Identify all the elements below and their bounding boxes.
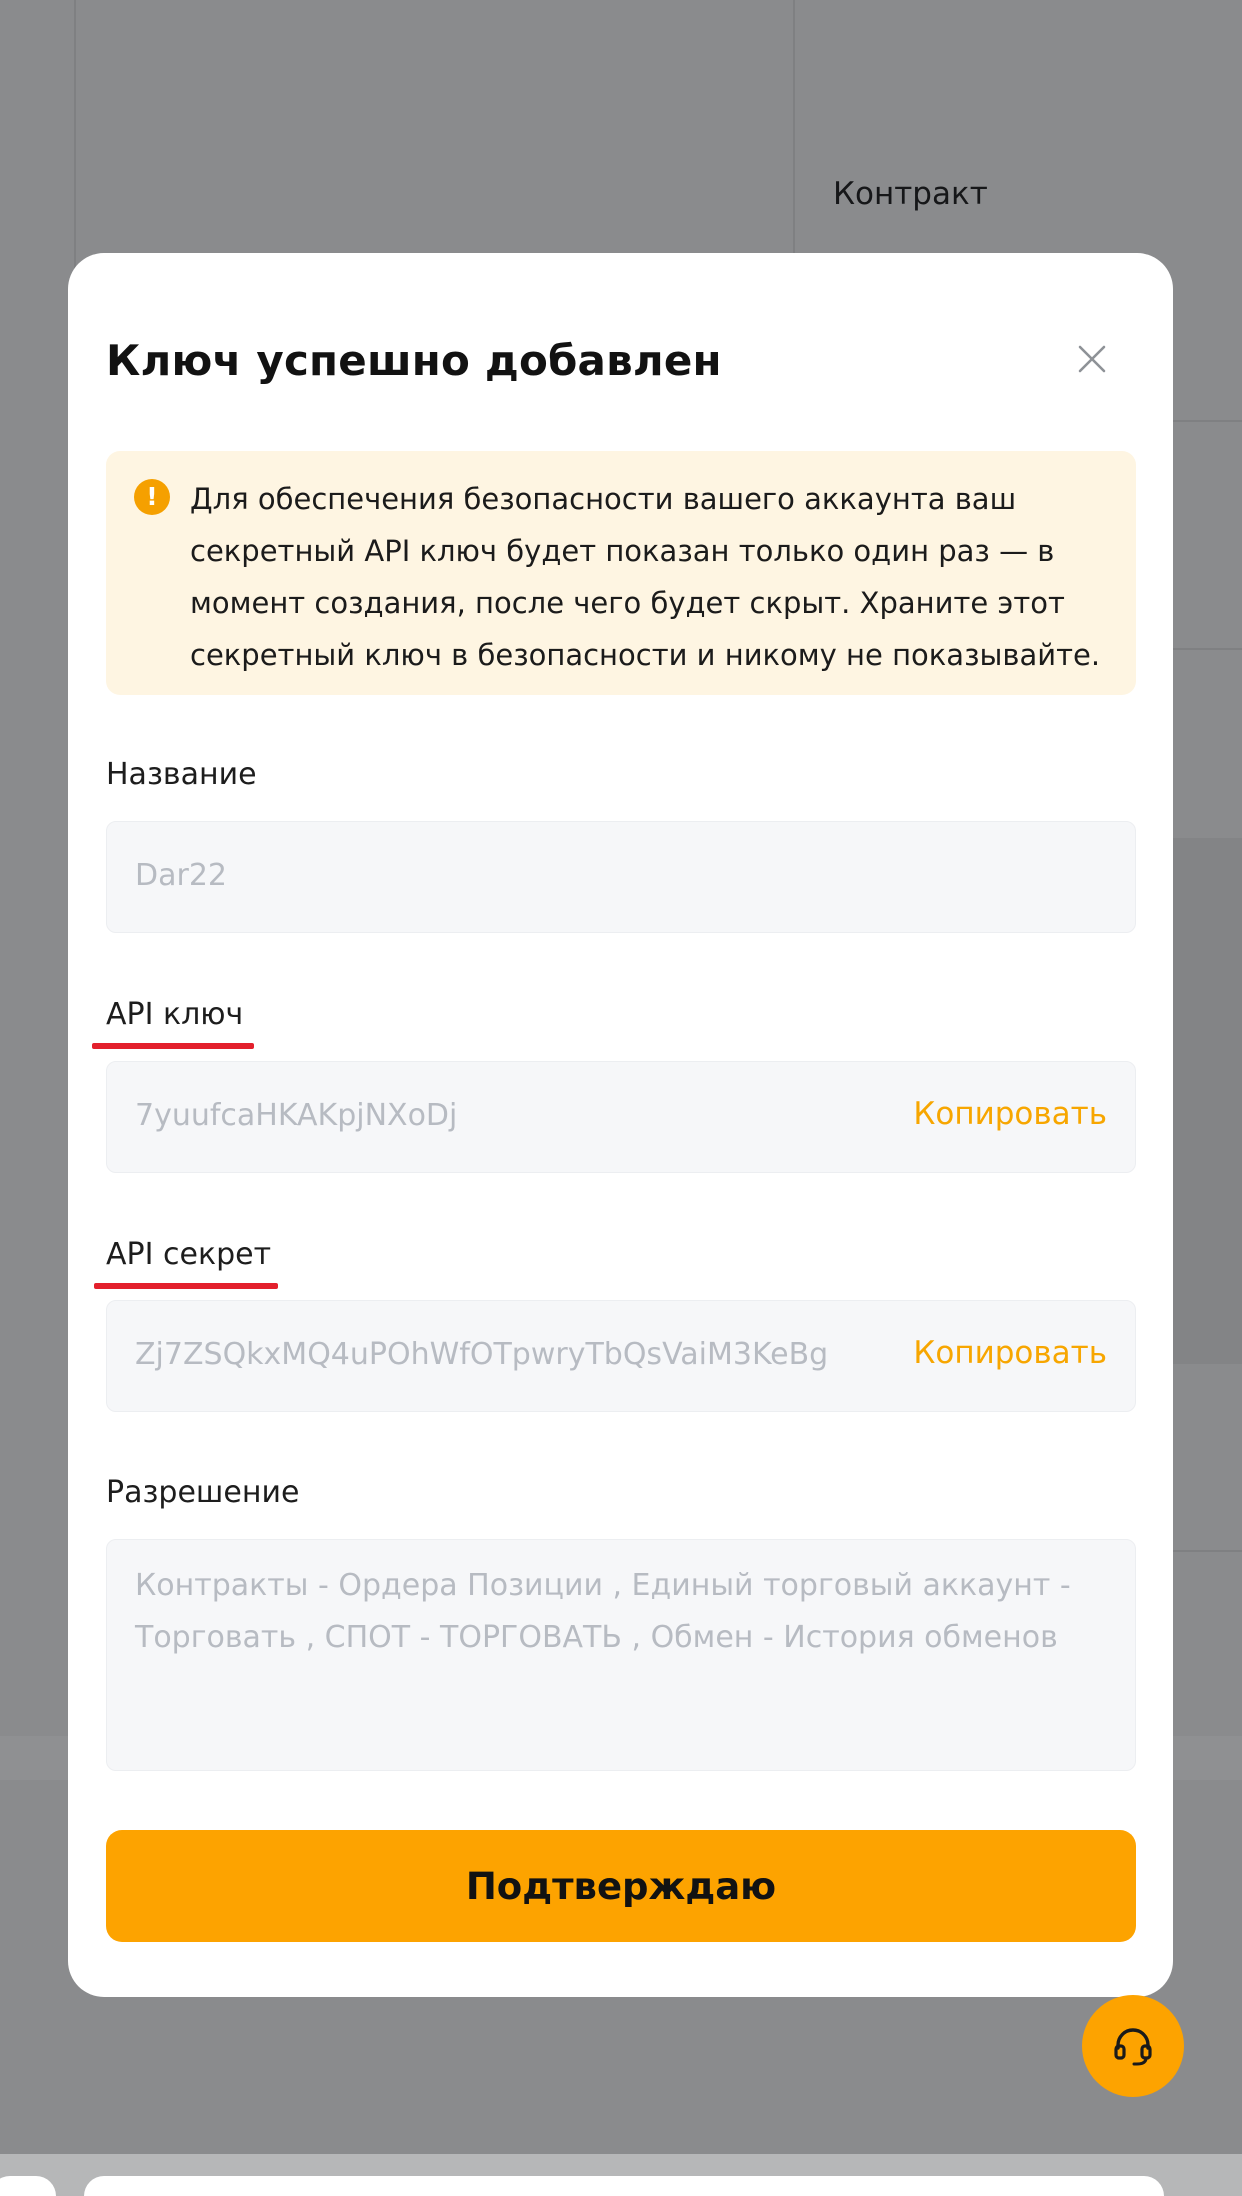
name-value: Dar22 [135,858,227,893]
name-field: Dar22 [106,821,1136,933]
security-notice-text: Для обеспечения безопасности вашего акка… [190,482,1101,672]
close-icon [1078,345,1106,373]
background-bottom-pill [0,2176,56,2196]
api-secret-label-underline [94,1283,278,1289]
api-key-created-dialog: Ключ успешно добавлен ! Для обеспечения … [68,253,1173,1997]
api-secret-label: API секрет [106,1237,272,1272]
confirm-button[interactable]: Подтверждаю [106,1830,1136,1942]
background-divider [1173,648,1242,650]
copy-api-secret-button[interactable]: Копировать [913,1335,1107,1371]
copy-api-key-button[interactable]: Копировать [913,1096,1107,1132]
api-secret-field: Zj7ZSQkxMQ4uPOhWfOTpwryTbQsVaiM3KeBg Коп… [106,1300,1136,1412]
permission-label: Разрешение [106,1475,300,1510]
api-key-label-underline [92,1043,254,1049]
permission-value: Контракты - Ордера Позиции , Единый торг… [135,1568,1071,1655]
api-secret-value: Zj7ZSQkxMQ4uPOhWfOTpwryTbQsVaiM3KeBg [135,1337,829,1372]
close-button[interactable] [1068,335,1116,383]
api-key-value: 7yuufcaHKAKpjNXoDj [135,1098,458,1133]
permission-field: Контракты - Ордера Позиции , Единый торг… [106,1539,1136,1771]
background-bottom-pill [84,2176,1164,2196]
name-label: Название [106,757,257,792]
api-key-label: API ключ [106,997,244,1032]
dialog-title: Ключ успешно добавлен [106,336,722,385]
warning-icon: ! [134,479,170,515]
security-notice: ! Для обеспечения безопасности вашего ак… [106,451,1136,695]
headset-icon [1114,2028,1152,2066]
background-panel [1173,838,1242,1364]
background-contract-label: Контракт [833,176,988,212]
support-button[interactable] [1082,1995,1184,2097]
background-divider [1173,420,1242,422]
api-key-field: 7yuufcaHKAKpjNXoDj Копировать [106,1061,1136,1173]
background-divider [1173,1550,1242,1552]
